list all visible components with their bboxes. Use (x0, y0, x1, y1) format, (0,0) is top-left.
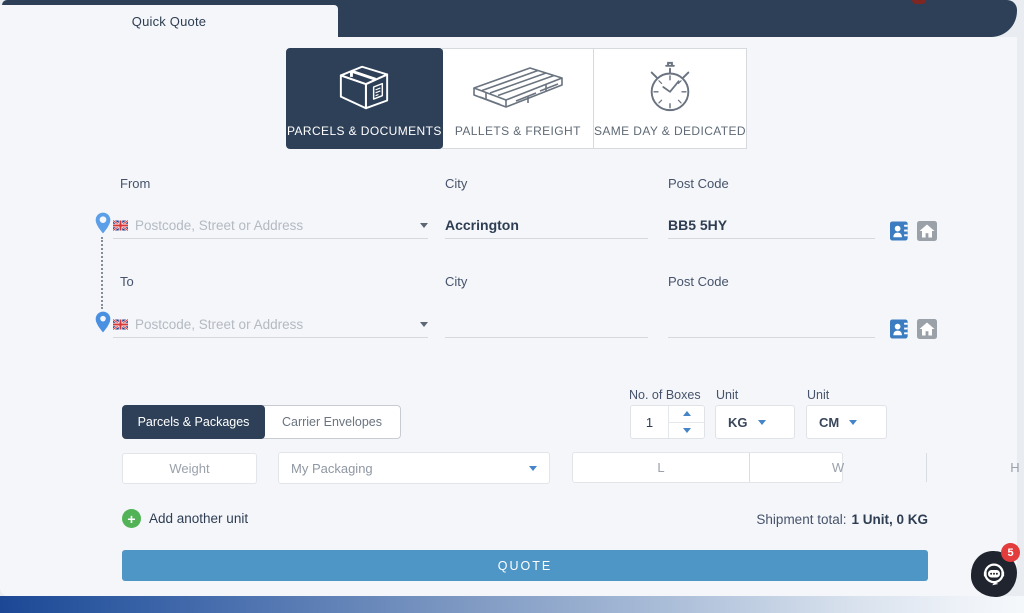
from-postcode-label: Post Code (668, 176, 729, 191)
tab-pallets-freight-label: PALLETS & FREIGHT (455, 124, 581, 138)
shipment-total-value: 1 Unit, 0 KG (851, 512, 928, 527)
stepper-arrows (668, 406, 704, 438)
chevron-down-icon (849, 420, 857, 425)
to-postcode-input[interactable] (668, 316, 875, 332)
add-another-unit-label: Add another unit (149, 511, 248, 526)
tab-same-day-dedicated-label: SAME DAY & DEDICATED (594, 124, 746, 138)
tab-parcels-documents-label: PARCELS & DOCUMENTS (287, 124, 442, 138)
packaging-value: My Packaging (291, 461, 529, 476)
chat-headset-icon (979, 559, 1009, 589)
uk-flag-icon (113, 220, 128, 231)
from-city-input[interactable] (445, 217, 648, 233)
origin-pin-icon (95, 212, 111, 234)
to-address-input[interactable] (135, 317, 420, 332)
package-type-tabs: Parcels & Packages Carrier Envelopes (122, 405, 401, 439)
from-address-dropdown-caret[interactable] (420, 223, 428, 228)
plus-icon: + (122, 509, 141, 528)
height-input[interactable] (926, 453, 1024, 482)
to-postcode-field (668, 311, 875, 338)
parcel-box-icon (287, 49, 442, 124)
quantity-stepper: 1 (630, 405, 705, 439)
dims-unit-value: CM (819, 415, 839, 430)
no-of-boxes-label: No. of Boxes (629, 388, 701, 402)
home-icon (917, 319, 937, 339)
stepper-down-button[interactable] (669, 423, 704, 439)
tab-parcels-packages[interactable]: Parcels & Packages (122, 405, 265, 439)
length-input[interactable] (573, 453, 749, 482)
from-address-book-button[interactable] (890, 221, 911, 241)
chat-widget-button[interactable]: 5 (971, 551, 1017, 597)
tab-parcels-packages-label: Parcels & Packages (138, 415, 250, 429)
from-city-field (445, 212, 648, 239)
tab-carrier-envelopes-label: Carrier Envelopes (282, 415, 382, 429)
shipment-total: Shipment total: 1 Unit, 0 KG (756, 512, 928, 527)
from-address-field[interactable] (113, 212, 428, 239)
weight-unit-select[interactable]: KG (715, 405, 795, 439)
quick-quote-page: Quick Quote PARCELS & DOCUMENTS (0, 0, 1024, 613)
bottom-gradient-bar (0, 596, 1024, 613)
to-address-dropdown-caret[interactable] (420, 322, 428, 327)
weight-unit-value: KG (728, 415, 748, 430)
home-icon (917, 221, 937, 241)
packaging-select[interactable]: My Packaging (278, 452, 550, 484)
route-dotted-connector (101, 237, 103, 309)
from-home-button[interactable] (916, 221, 937, 241)
to-label: To (120, 274, 134, 289)
shipment-total-label: Shipment total: (756, 512, 846, 527)
to-city-input[interactable] (445, 316, 648, 332)
tab-carrier-envelopes[interactable]: Carrier Envelopes (263, 405, 401, 439)
to-address-book-button[interactable] (890, 319, 911, 339)
quantity-value[interactable]: 1 (631, 415, 668, 430)
dimensions-group (572, 452, 843, 483)
weight-input[interactable] (122, 453, 257, 484)
dims-unit-label: Unit (807, 388, 829, 402)
dims-unit-select[interactable]: CM (806, 405, 887, 439)
tab-same-day-dedicated[interactable]: SAME DAY & DEDICATED (593, 48, 747, 149)
to-address-field[interactable] (113, 311, 428, 338)
notification-sliver (912, 0, 926, 4)
from-city-label: City (445, 176, 467, 191)
add-another-unit-button[interactable]: + Add another unit (122, 509, 248, 528)
chevron-down-icon (758, 420, 766, 425)
to-city-field (445, 311, 648, 338)
tab-pallets-freight[interactable]: PALLETS & FREIGHT (442, 48, 594, 149)
chevron-up-icon (683, 411, 691, 416)
service-tab-bar: PARCELS & DOCUMENTS PALLETS & FREIGHT (286, 48, 747, 149)
chevron-down-icon (529, 466, 537, 471)
address-book-icon (890, 221, 911, 241)
from-label: From (120, 176, 150, 191)
from-postcode-input[interactable] (668, 217, 875, 233)
weight-unit-label: Unit (716, 388, 738, 402)
pallet-icon (443, 49, 593, 124)
tab-quick-quote[interactable]: Quick Quote (0, 5, 338, 38)
to-postcode-label: Post Code (668, 274, 729, 289)
from-address-input[interactable] (135, 218, 420, 233)
address-book-icon (890, 319, 911, 339)
width-input[interactable] (749, 453, 926, 482)
stopwatch-icon (594, 49, 746, 124)
to-city-label: City (445, 274, 467, 289)
from-postcode-field (668, 212, 875, 239)
quick-quote-tab-label: Quick Quote (132, 14, 206, 29)
to-home-button[interactable] (916, 319, 937, 339)
tab-parcels-documents[interactable]: PARCELS & DOCUMENTS (286, 48, 443, 149)
chat-notification-badge: 5 (1001, 543, 1020, 562)
stepper-up-button[interactable] (669, 406, 704, 423)
uk-flag-icon (113, 319, 128, 330)
destination-pin-icon (95, 311, 111, 333)
chevron-down-icon (683, 428, 691, 433)
quote-button[interactable]: QUOTE (122, 550, 928, 581)
